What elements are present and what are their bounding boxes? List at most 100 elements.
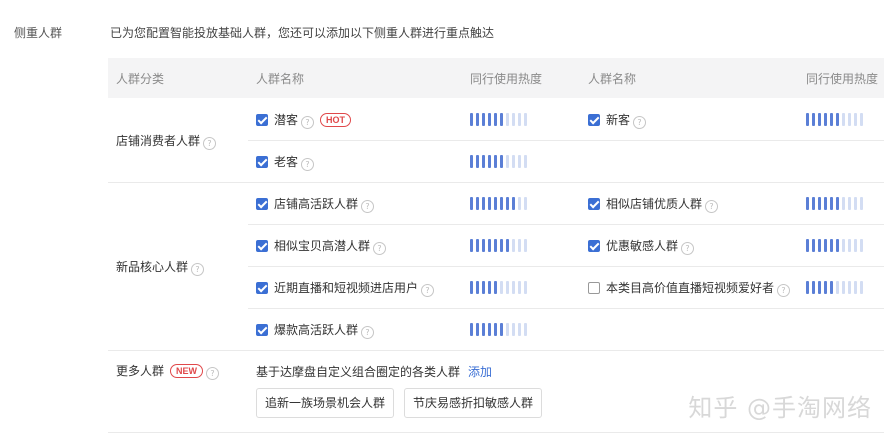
help-icon[interactable]: ? (705, 200, 719, 213)
help-icon[interactable]: ? (777, 284, 791, 297)
heat-segment (524, 323, 527, 336)
category-label: 更多人群 (116, 364, 165, 378)
heat-bar (470, 281, 527, 294)
heat-segment (500, 197, 503, 210)
audience-item[interactable]: 潜客? HOT (256, 111, 352, 129)
heat-segment (500, 155, 503, 168)
help-icon[interactable]: ? (301, 158, 315, 171)
heat-segment (830, 239, 833, 252)
audience-item[interactable]: 相似店铺优质人群? (588, 195, 719, 213)
help-icon[interactable]: ? (191, 263, 205, 276)
heat-segment (860, 113, 863, 126)
heat-segment (488, 155, 491, 168)
row-divider (248, 224, 884, 225)
checkbox[interactable] (588, 198, 600, 210)
category-store-consumers: 店铺消费者人群? (116, 132, 217, 150)
help-icon[interactable]: ? (373, 242, 387, 255)
row-divider (248, 308, 884, 309)
heat-bar (470, 113, 527, 126)
heat-segment (848, 113, 851, 126)
heat-segment (494, 113, 497, 126)
heat-segment (506, 113, 509, 126)
help-icon[interactable]: ? (361, 326, 375, 339)
audience-item[interactable]: 店铺高活跃人群? (256, 195, 375, 213)
section-intro: 已为您配置智能投放基础人群，您还可以添加以下侧重人群进行重点触达 (110, 26, 495, 40)
heat-segment (506, 323, 509, 336)
section-label: 侧重人群 (14, 26, 63, 40)
heat-segment (476, 239, 479, 252)
audience-item[interactable]: 爆款高活跃人群? (256, 321, 375, 339)
heat-segment (812, 197, 815, 210)
audience-item[interactable]: 优惠敏感人群? (588, 237, 695, 255)
heat-segment (512, 113, 515, 126)
heat-segment (812, 281, 815, 294)
heat-bar (470, 239, 527, 252)
help-icon[interactable]: ? (206, 367, 220, 380)
heat-segment (476, 113, 479, 126)
heat-segment (488, 281, 491, 294)
help-icon[interactable]: ? (203, 137, 217, 150)
checkbox[interactable] (256, 114, 268, 126)
heat-segment (518, 155, 521, 168)
more-description: 基于达摩盘自定义组合圈定的各类人群 (256, 365, 461, 379)
group-divider (108, 182, 884, 183)
heat-segment (806, 281, 809, 294)
heat-segment (482, 281, 485, 294)
help-icon[interactable]: ? (633, 116, 647, 129)
table-bottom-divider (108, 432, 884, 433)
audience-name: 优惠敏感人群 (606, 239, 679, 253)
heat-segment (500, 323, 503, 336)
checkbox[interactable] (256, 240, 268, 252)
heat-segment (470, 281, 473, 294)
add-link[interactable]: 添加 (468, 365, 492, 379)
checkbox[interactable] (588, 240, 600, 252)
audience-name: 近期直播和短视频进店用户 (274, 281, 419, 295)
heat-segment (470, 323, 473, 336)
heat-segment (476, 155, 479, 168)
help-icon[interactable]: ? (301, 116, 315, 129)
header-name-right: 人群名称 (588, 72, 637, 86)
header-heat-right: 同行使用热度 (806, 72, 879, 86)
heat-segment (512, 197, 515, 210)
heat-segment (842, 281, 845, 294)
audience-tag-button[interactable]: 追新一族场景机会人群 (256, 388, 394, 418)
audience-item[interactable]: 相似宝贝高潜人群? (256, 237, 387, 255)
heat-segment (860, 281, 863, 294)
audience-tag-button[interactable]: 节庆易感折扣敏感人群 (404, 388, 542, 418)
audience-item[interactable]: 老客? (256, 153, 315, 171)
audience-item[interactable]: 本类目高价值直播短视频爱好者? (588, 279, 791, 297)
header-category: 人群分类 (116, 72, 165, 86)
heat-segment (506, 197, 509, 210)
checkbox[interactable] (256, 156, 268, 168)
checkbox[interactable] (588, 282, 600, 294)
checkbox[interactable] (256, 198, 268, 210)
heat-segment (470, 113, 473, 126)
heat-segment (512, 155, 515, 168)
checkbox[interactable] (256, 324, 268, 336)
heat-segment (518, 197, 521, 210)
audience-item[interactable]: 新客? (588, 111, 647, 129)
heat-segment (518, 239, 521, 252)
audience-name: 相似宝贝高潜人群 (274, 239, 371, 253)
heat-segment (524, 197, 527, 210)
more-description-row: 基于达摩盘自定义组合圈定的各类人群 添加 (256, 363, 492, 380)
checkbox[interactable] (588, 114, 600, 126)
heat-segment (494, 155, 497, 168)
heat-segment (524, 155, 527, 168)
checkbox[interactable] (256, 282, 268, 294)
heat-segment (854, 239, 857, 252)
heat-segment (488, 113, 491, 126)
heat-segment (824, 113, 827, 126)
heat-segment (470, 239, 473, 252)
help-icon[interactable]: ? (361, 200, 375, 213)
watermark: 知乎 @手淘网络 (688, 394, 872, 422)
audience-item[interactable]: 近期直播和短视频进店用户? (256, 279, 435, 297)
heat-segment (806, 197, 809, 210)
help-icon[interactable]: ? (681, 242, 695, 255)
heat-segment (470, 197, 473, 210)
heat-segment (500, 239, 503, 252)
heat-segment (854, 113, 857, 126)
audience-name: 老客 (274, 155, 299, 169)
heat-segment (860, 197, 863, 210)
help-icon[interactable]: ? (421, 284, 435, 297)
